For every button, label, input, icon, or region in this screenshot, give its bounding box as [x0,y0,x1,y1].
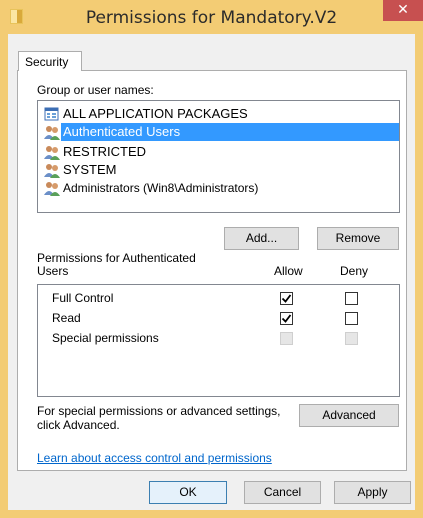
allow-full-control-checkbox[interactable] [280,292,293,305]
advanced-hint-line2: click Advanced. [37,418,120,432]
permission-label: Read [52,311,81,325]
deny-read-checkbox[interactable] [345,312,358,325]
checkmark-icon [281,294,292,303]
remove-button[interactable]: Remove [317,227,399,250]
users-group-icon [44,162,60,178]
users-group-icon [44,124,60,140]
permissions-dialog: Permissions for Mandatory.V2 ✕ Security … [0,0,423,518]
deny-full-control-checkbox[interactable] [345,292,358,305]
list-item-label: Authenticated Users [61,123,399,141]
cancel-button[interactable]: Cancel [244,481,321,504]
allow-read-checkbox[interactable] [280,312,293,325]
checkmark-icon [281,314,292,323]
app-packages-icon [44,106,60,122]
ok-button[interactable]: OK [149,481,227,504]
list-item-label: ALL APPLICATION PACKAGES [63,106,248,121]
close-button[interactable]: ✕ [383,0,423,21]
deny-column-header: Deny [340,264,369,278]
list-item-label: Administrators (Win8\Administrators) [63,181,259,195]
tab-security-label: Security [25,55,69,69]
list-item[interactable]: SYSTEM [41,161,398,179]
list-item[interactable]: Administrators (Win8\Administrators) [41,179,398,197]
group-user-list[interactable]: ALL APPLICATION PACKAGES Authenticated U… [37,100,400,213]
list-item-label: SYSTEM [63,162,117,177]
users-group-icon [44,180,60,196]
close-icon: ✕ [397,2,409,18]
permission-row-read: Read [52,309,392,327]
list-item-label: RESTRICTED [63,144,147,159]
permissions-header-line2: Users [37,264,69,278]
group-list-label: Group or user names: [37,83,154,97]
permissions-list: Full Control Read Special permissions [37,284,400,397]
tab-security[interactable]: Security [18,51,82,71]
list-item[interactable]: ALL APPLICATION PACKAGES [41,105,398,123]
allow-column-header: Allow [274,264,303,278]
users-group-icon [44,144,60,160]
window-title: Permissions for Mandatory.V2 [85,8,338,28]
list-item[interactable]: RESTRICTED [41,143,398,161]
help-link[interactable]: Learn about access control and permissio… [37,451,272,465]
advanced-button[interactable]: Advanced [299,404,399,427]
title-bar[interactable]: Permissions for Mandatory.V2 ✕ [0,0,423,34]
permission-label: Full Control [52,291,114,305]
list-item[interactable]: Authenticated Users [41,123,399,141]
permission-row-special: Special permissions [52,329,392,347]
allow-special-checkbox [280,332,293,345]
deny-special-checkbox [345,332,358,345]
advanced-hint-line1: For special permissions or advanced sett… [37,404,281,418]
apply-button[interactable]: Apply [334,481,411,504]
permission-row-full-control: Full Control [52,289,392,307]
permissions-header-line1: Permissions for Authenticated [37,251,196,265]
permission-label: Special permissions [52,331,159,345]
add-button[interactable]: Add... [224,227,299,250]
